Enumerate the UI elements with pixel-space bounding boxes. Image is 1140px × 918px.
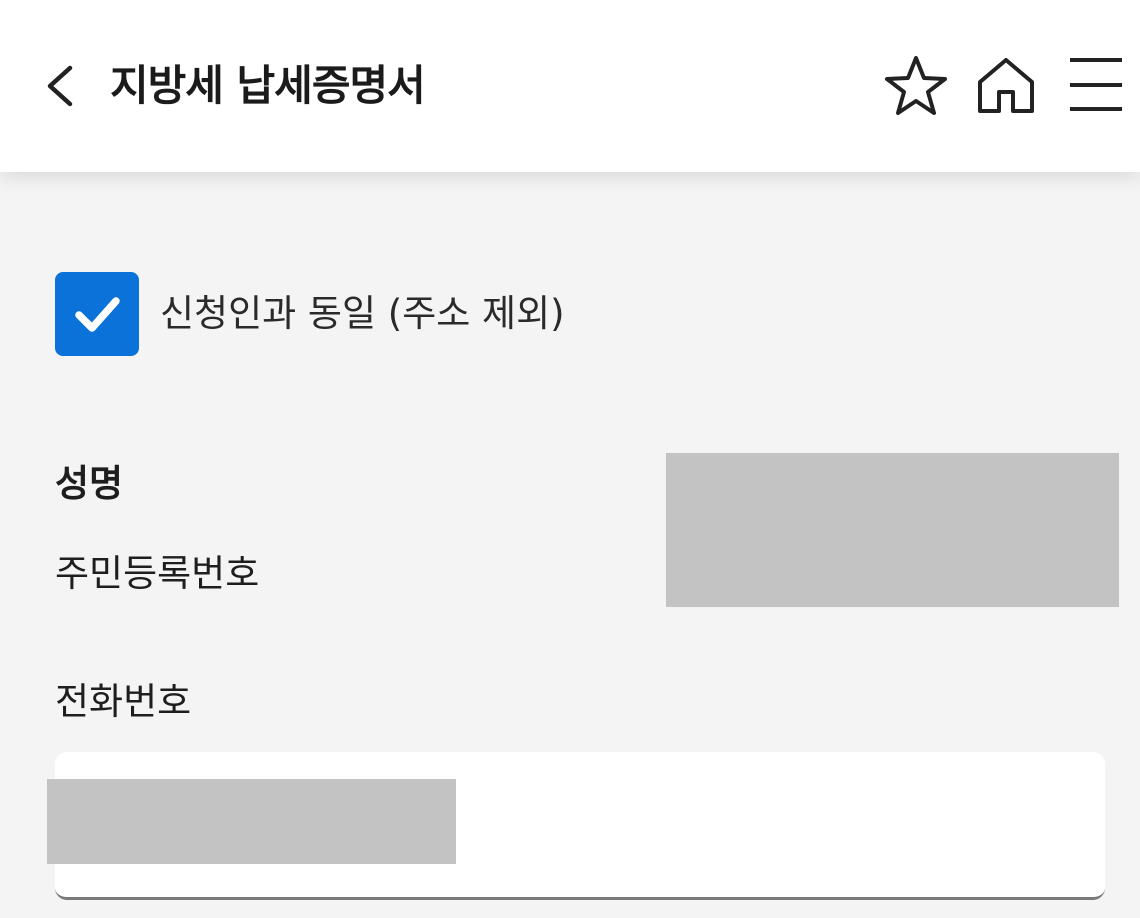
redacted-phone-value	[47, 779, 456, 864]
page-title: 지방세 납세증명서	[110, 61, 426, 110]
phone-label: 전화번호	[55, 680, 192, 723]
menu-button[interactable]	[1068, 56, 1124, 114]
hamburger-menu-icon	[1070, 58, 1122, 111]
home-icon	[978, 58, 1034, 113]
back-button[interactable]	[40, 58, 84, 114]
home-button[interactable]	[975, 56, 1037, 116]
star-icon	[885, 56, 947, 115]
same-as-applicant-checkbox[interactable]	[55, 272, 139, 356]
same-as-applicant-label[interactable]: 신청인과 동일 (주소 제외)	[160, 288, 565, 340]
redacted-name-rrn-values	[666, 453, 1119, 607]
checkmark-icon	[75, 297, 120, 332]
name-label: 성명	[55, 462, 124, 505]
chevron-left-icon	[47, 65, 73, 107]
resident-number-label: 주민등록번호	[55, 552, 260, 595]
app-header: 지방세 납세증명서	[0, 0, 1140, 172]
favorite-button[interactable]	[882, 54, 950, 118]
